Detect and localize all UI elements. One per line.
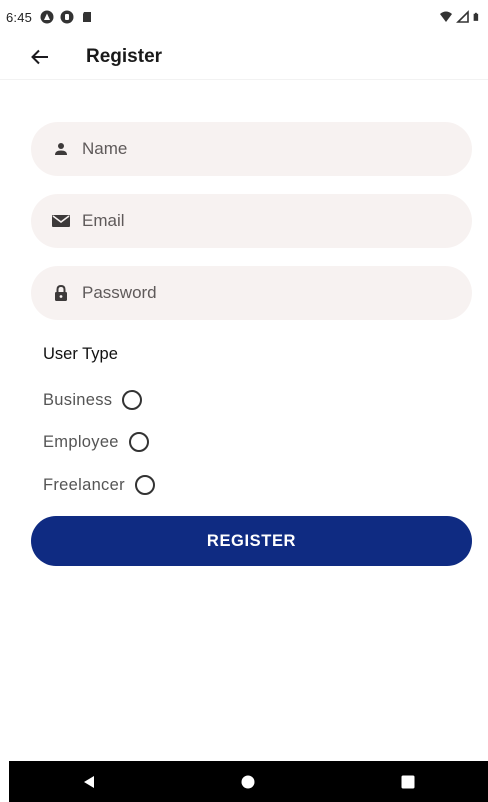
square-recents-icon <box>401 775 415 788</box>
app-a-icon <box>40 10 54 24</box>
nav-home-button[interactable] <box>228 767 268 797</box>
radio-option-employee[interactable]: Employee <box>43 429 149 455</box>
mail-icon <box>51 211 71 231</box>
user-type-label: User Type <box>43 345 118 363</box>
app-p-icon <box>60 10 74 24</box>
page-title: Register <box>86 45 163 67</box>
arrow-left-icon <box>31 49 48 64</box>
nav-recents-button[interactable] <box>388 767 428 797</box>
nav-back-button[interactable] <box>69 767 109 797</box>
radio-label-freelancer: Freelancer <box>43 475 125 494</box>
signal-icon <box>456 10 469 23</box>
back-button[interactable] <box>20 37 60 77</box>
status-bar: 6:45 <box>0 0 488 34</box>
password-input[interactable] <box>82 273 442 313</box>
status-notification-icons <box>40 10 94 24</box>
email-field[interactable] <box>31 194 472 248</box>
system-nav-bar <box>9 761 488 802</box>
status-time: 6:45 <box>6 9 33 25</box>
register-button[interactable]: REGISTER <box>31 516 472 566</box>
status-system-icons <box>439 10 482 24</box>
radio-label-employee: Employee <box>43 432 119 451</box>
name-input[interactable] <box>82 129 442 169</box>
triangle-back-icon <box>83 775 94 788</box>
wifi-icon <box>440 11 452 22</box>
email-input[interactable] <box>82 201 442 241</box>
radio-button-employee[interactable] <box>128 432 149 452</box>
radio-button-freelancer[interactable] <box>134 475 155 495</box>
radio-option-freelancer[interactable]: Freelancer <box>43 472 155 498</box>
name-field[interactable] <box>31 122 472 176</box>
radio-option-business[interactable]: Business <box>43 387 143 413</box>
sd-card-icon <box>83 12 92 22</box>
password-field[interactable] <box>31 266 472 320</box>
register-screen: 6:45 Register Name Email User Type Busin… <box>0 0 488 802</box>
radio-label-business: Business <box>43 390 113 409</box>
app-bar: Register <box>0 34 488 80</box>
circle-home-icon <box>241 775 255 788</box>
lock-icon <box>51 283 71 303</box>
person-icon <box>51 139 71 159</box>
radio-button-business[interactable] <box>122 390 143 410</box>
battery-icon <box>473 12 479 21</box>
